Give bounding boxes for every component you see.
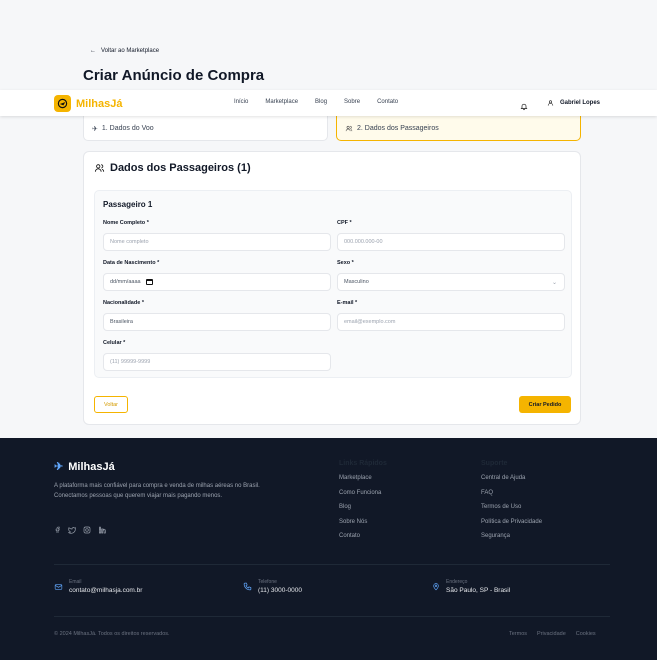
divider	[54, 564, 610, 565]
phone-icon	[243, 582, 252, 591]
nav-link-inicio[interactable]: Início	[234, 99, 248, 105]
cpf-label: CPF *	[337, 220, 352, 226]
passenger-section: Passageiro 1 Nome Completo * Nome comple…	[94, 190, 572, 378]
divider	[54, 616, 610, 617]
social-links	[54, 526, 106, 534]
footer-link-sobre-nos[interactable]: Sobre Nós	[339, 519, 387, 525]
contact-address[interactable]: Endereço São Paulo, SP - Brasil	[432, 579, 510, 594]
chevron-down-icon: ⌄	[551, 280, 557, 286]
phone-field[interactable]: (11) 99999-9999	[103, 353, 331, 371]
footer-description: A plataforma mais confiável para compra …	[54, 483, 260, 499]
email-field[interactable]: email@exemplo.com	[337, 313, 565, 331]
legal-link-terms[interactable]: Termos	[509, 631, 527, 637]
plane-icon: ✈	[92, 125, 98, 133]
footer-brand-name: MilhasJá	[68, 460, 115, 473]
sex-label: Sexo *	[337, 260, 354, 266]
email-value: contato@milhasja.com.br	[69, 587, 143, 594]
birth-label: Data de Nascimento *	[103, 260, 160, 266]
nationality-label: Nacionalidade *	[103, 300, 144, 306]
nationality-field[interactable]: Brasileira	[103, 313, 331, 331]
create-order-button[interactable]: Criar Pedido	[519, 396, 571, 413]
footer-link-faq[interactable]: FAQ	[481, 490, 542, 496]
passenger-form-card: Dados dos Passageiros (1) Passageiro 1 N…	[83, 151, 581, 425]
user-name: Gabriel Lopes	[560, 100, 601, 106]
contact-email[interactable]: Email contato@milhasja.com.br	[54, 579, 142, 594]
brand-logo[interactable]: MilhasJá	[54, 95, 122, 112]
twitter-icon[interactable]	[68, 526, 76, 534]
footer-link-contato[interactable]: Contato	[339, 533, 387, 539]
map-pin-icon	[433, 583, 439, 591]
footer-link-como-funciona[interactable]: Como Funciona	[339, 490, 387, 496]
user-menu[interactable]: Gabriel Lopes	[547, 99, 600, 107]
navbar: MilhasJá Início Marketplace Blog Sobre C…	[0, 90, 657, 116]
facebook-icon[interactable]	[54, 526, 61, 534]
back-link-label: Voltar ao Marketplace	[101, 48, 160, 54]
support-links: Suporte Central de Ajuda FAQ Termos de U…	[481, 460, 542, 548]
footer-link-security[interactable]: Segurança	[481, 533, 542, 539]
cpf-field[interactable]: 000.000.000-00	[337, 233, 565, 251]
footer-link-help-center[interactable]: Central de Ajuda	[481, 475, 542, 481]
quick-links: Links Rápidos Marketplace Como Funciona …	[339, 460, 387, 548]
arrow-left-icon: ←	[90, 48, 96, 54]
footer-link-terms[interactable]: Termos de Uso	[481, 504, 542, 510]
footer-link-blog[interactable]: Blog	[339, 504, 387, 510]
form-title-text: Dados dos Passageiros (1)	[110, 162, 251, 174]
nav-link-marketplace[interactable]: Marketplace	[265, 99, 298, 105]
back-button[interactable]: Voltar	[94, 396, 128, 413]
plane-icon: ✈	[54, 461, 64, 473]
step-flight-data[interactable]: ✈ 1. Dados do Voo	[83, 113, 328, 141]
address-label: Endereço	[446, 579, 468, 585]
footer: ✈ MilhasJá A plataforma mais confiável p…	[0, 438, 657, 660]
legal-link-privacy[interactable]: Privacidade	[537, 631, 566, 637]
back-to-marketplace-link[interactable]: ← Voltar ao Marketplace	[90, 48, 159, 54]
users-icon	[345, 125, 353, 132]
footer-brand[interactable]: ✈ MilhasJá	[54, 460, 115, 474]
address-value: São Paulo, SP - Brasil	[446, 587, 511, 594]
name-field[interactable]: Nome completo	[103, 233, 331, 251]
copyright: © 2024 MilhasJá. Todos os direitos reser…	[54, 631, 170, 637]
linkedin-icon[interactable]	[98, 526, 106, 534]
phone-value: (11) 3000-0000	[258, 587, 302, 594]
step-label: 1. Dados do Voo	[101, 125, 154, 132]
sex-value: Masculino	[344, 279, 369, 285]
support-title: Suporte	[481, 460, 508, 467]
mail-icon	[54, 583, 63, 590]
bell-icon[interactable]	[520, 98, 528, 116]
phone-label: Celular *	[103, 340, 126, 346]
name-label: Nome Completo *	[103, 220, 149, 226]
brand-name: MilhasJá	[76, 97, 123, 110]
nav-link-blog[interactable]: Blog	[315, 99, 327, 105]
legal-link-cookies[interactable]: Cookies	[576, 631, 596, 637]
nav-links: Início Marketplace Blog Sobre Contato	[234, 99, 415, 105]
passenger-title: Passageiro 1	[103, 200, 153, 209]
quick-links-title: Links Rápidos	[339, 460, 387, 467]
user-icon	[547, 100, 554, 106]
nav-link-sobre[interactable]: Sobre	[344, 99, 360, 105]
phone-label: Telefone	[258, 579, 277, 585]
step-label: 2. Dados dos Passageiros	[357, 125, 439, 132]
sex-select[interactable]: Masculino ⌄	[337, 273, 565, 291]
plane-icon	[54, 95, 71, 112]
legal-links: Termos Privacidade Cookies	[509, 631, 596, 637]
email-label: Email	[69, 579, 82, 585]
page-title: Criar Anúncio de Compra	[83, 67, 265, 84]
birth-date-field[interactable]: dd/mm/aaaa	[103, 273, 331, 291]
birth-date-placeholder: dd/mm/aaaa	[110, 279, 141, 285]
footer-link-privacy[interactable]: Política de Privacidade	[481, 519, 542, 525]
step-passenger-data[interactable]: 2. Dados dos Passageiros	[336, 113, 581, 141]
users-icon	[94, 164, 105, 172]
page-header: ← Voltar ao Marketplace Criar Anúncio de…	[0, 0, 657, 90]
nav-link-contato[interactable]: Contato	[377, 99, 398, 105]
form-title: Dados dos Passageiros (1)	[94, 162, 251, 174]
email-label: E-mail *	[337, 300, 358, 306]
calendar-icon[interactable]	[145, 279, 153, 285]
footer-link-marketplace[interactable]: Marketplace	[339, 475, 387, 481]
instagram-icon[interactable]	[83, 526, 91, 534]
contact-phone[interactable]: Telefone (11) 3000-0000	[243, 579, 302, 594]
